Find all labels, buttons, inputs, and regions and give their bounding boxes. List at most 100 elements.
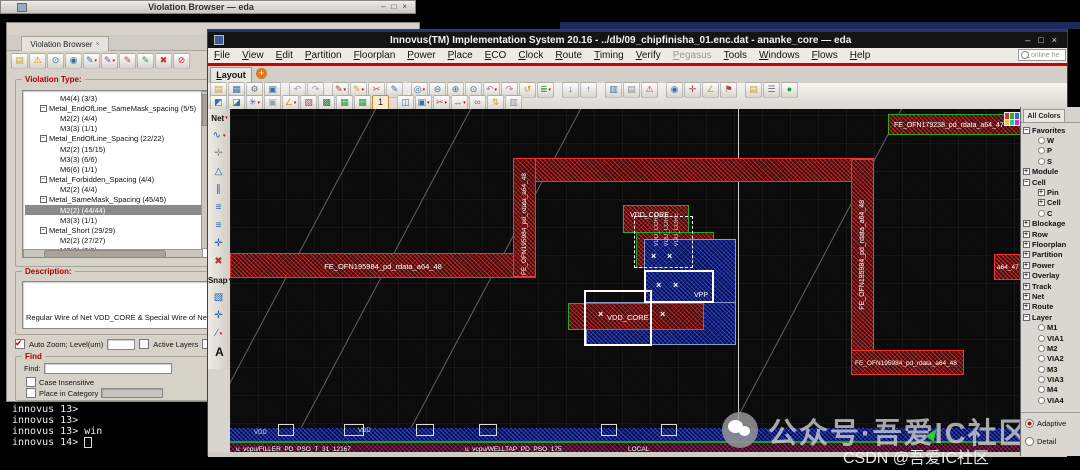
layers-tree-row[interactable]: M2 [1023, 343, 1080, 353]
snap-tool-button[interactable]: Snap [208, 271, 230, 289]
violation-marker-icon[interactable]: × [651, 252, 656, 261]
push-down-icon[interactable]: ↓ [562, 81, 579, 98]
menu-item[interactable]: Place [442, 48, 479, 63]
center-icon[interactable]: ✛ [208, 235, 230, 253]
menu-item[interactable]: Windows [753, 48, 806, 63]
layers-tree-row[interactable]: VIA3 [1023, 374, 1080, 384]
info-icon[interactable]: ◉ [666, 81, 683, 98]
layers-tree-row[interactable]: M3 [1023, 364, 1080, 374]
layers-tree-row[interactable]: M1 [1023, 322, 1080, 332]
adaptive-radio[interactable] [1025, 418, 1034, 428]
menu-item[interactable]: Verify [630, 48, 667, 63]
violation-marker-icon[interactable]: ⚠ [29, 52, 46, 69]
layers-tree-row[interactable]: Module [1023, 167, 1080, 177]
layers-tree-row[interactable]: Layer [1023, 312, 1080, 322]
snap-cursor-icon[interactable]: ✛ [684, 81, 701, 98]
innovus-maximize-button[interactable]: □ [1038, 35, 1043, 45]
menu-item[interactable]: Flows [806, 48, 844, 63]
auto-zoom-checkbox[interactable] [15, 338, 25, 349]
layout-canvas[interactable]: FE_OFN195984_pd_rdata_a64_48 FE_OFN19598… [230, 109, 1021, 452]
spacing-icon[interactable]: ≡ [208, 199, 230, 217]
menu-item[interactable]: Route [549, 48, 588, 63]
stop-icon[interactable]: ⊘ [173, 52, 190, 69]
violation-marker-icon[interactable]: × [660, 310, 665, 319]
menu-item[interactable]: ECO [479, 48, 513, 63]
layers-tree-row[interactable]: W [1023, 135, 1080, 145]
hierarchy-icon[interactable]: ▤ [623, 81, 640, 98]
tab-all-colors[interactable]: All Colors [1023, 109, 1065, 123]
net-wire-red[interactable]: FE_OFN195984_pd_rdata_a64_48 [851, 350, 964, 375]
zoom-level-input[interactable] [107, 338, 136, 350]
violation-marker-icon[interactable]: × [667, 252, 672, 261]
layers-tree-row[interactable]: Favorites [1023, 125, 1080, 135]
violation-tree-row[interactable]: M2(2) (4/4) [25, 185, 209, 195]
layers-tree-row[interactable]: Cell [1023, 177, 1080, 187]
violation-tree-row[interactable]: M4(4) (3/3) [25, 93, 209, 103]
menu-item[interactable]: Pegasus [667, 48, 718, 63]
net-wire-red[interactable]: FE_OFN195984_pd_rdata_a64_48 [230, 253, 536, 278]
grid-snap-icon[interactable]: ✛ [208, 307, 230, 325]
layers-tree-row[interactable]: Pin [1023, 187, 1080, 197]
ruler-icon[interactable]: ∠ [702, 81, 719, 98]
net-wire-red[interactable]: FE_OFN195984_pd_rdata_a64_48 [513, 158, 536, 277]
layers-tree-row[interactable]: S [1023, 156, 1080, 166]
menu-item[interactable]: Timing [588, 48, 630, 63]
violation-tree[interactable]: M4(4) (3/3)Metal_EndOfLine_SameMask_spac… [22, 90, 210, 258]
violation-marker-icon[interactable]: × [656, 281, 661, 290]
net-wire-red[interactable]: FE_OFN195984_pd_rdata_a64_48 [851, 159, 874, 375]
add-tab-button[interactable]: + [256, 68, 267, 79]
menu-item[interactable]: View [236, 48, 270, 63]
layers-tree-row[interactable]: Overlay [1023, 270, 1080, 280]
place-in-category-checkbox[interactable] [26, 388, 36, 398]
violation-tree-row[interactable]: Metal_EndOfLine_SameMask_spacing (5/5) [25, 103, 209, 113]
layers-tree[interactable]: FavoritesWPSModuleCellPinCellCBlockageRo… [1021, 122, 1080, 412]
find-input[interactable] [43, 363, 172, 374]
layers-tree-row[interactable]: P [1023, 146, 1080, 156]
violations-icon[interactable]: ⚠ [641, 81, 658, 98]
diagonal-route-icon[interactable]: ∕ [208, 325, 230, 343]
violation-marker-icon[interactable]: × [673, 281, 678, 290]
layers-tree-row[interactable]: C [1023, 208, 1080, 218]
menu-item[interactable]: Tools [718, 48, 753, 63]
layers-tree-row[interactable]: Floorplan [1023, 239, 1080, 249]
zoom-to-violation-icon[interactable]: ⊙ [47, 52, 64, 69]
wire-edit-icon[interactable]: ∿ [208, 127, 230, 145]
violation-marker-icon[interactable]: × [598, 310, 603, 319]
violation-tree-row[interactable]: M2(2) (15/15) [25, 144, 209, 154]
menu-item[interactable]: Partition [299, 48, 348, 63]
vb-minimize-button[interactable]: – [381, 3, 385, 11]
snapshot-icon[interactable]: ▧ [208, 289, 230, 307]
layers-tree-row[interactable]: Track [1023, 281, 1080, 291]
align-icon[interactable]: ∥ [208, 181, 230, 199]
menu-item[interactable]: Power [401, 48, 441, 63]
case-insensitive-checkbox[interactable] [26, 377, 36, 387]
menu-item[interactable]: Edit [270, 48, 299, 63]
innovus-minimize-button[interactable]: – [1025, 35, 1030, 45]
delete-marker-icon[interactable]: ✖ [208, 253, 230, 271]
violation-tree-row[interactable]: M2(2) (27/27) [25, 236, 209, 246]
violation-tree-row[interactable]: M3(3) (6/6) [25, 154, 209, 164]
layers-tree-row[interactable]: Power [1023, 260, 1080, 270]
violation-tree-row[interactable]: M2(2) (4/4) [25, 113, 209, 123]
tree-hscrollbar[interactable] [23, 249, 203, 257]
layers-tree-row[interactable]: Route [1023, 302, 1080, 312]
adaptive-row[interactable]: Adaptive [1025, 417, 1080, 429]
vb-close-button[interactable]: × [402, 3, 407, 11]
distribute-icon[interactable]: ≡ [208, 217, 230, 235]
menu-item[interactable]: Clock [512, 48, 549, 63]
net-wire-red[interactable]: FE_OFN179238_pd_rdata_a64_47 [888, 114, 1021, 135]
online-help-search[interactable]: online he [1018, 49, 1066, 61]
violation-tree-row[interactable]: M3(3) (1/1) [25, 124, 209, 134]
active-layers-checkbox[interactable] [139, 339, 150, 349]
layers-tree-row[interactable]: Cell [1023, 198, 1080, 208]
net-wire-red[interactable]: a64_47 [994, 254, 1021, 280]
layer-control-icon[interactable]: ≣ [537, 81, 554, 98]
violation-tree-row[interactable]: Metal_EndOfLine_Spacing (22/22) [25, 134, 209, 144]
delete-icon[interactable]: ✖ [155, 52, 172, 69]
layers-tree-row[interactable]: M4 [1023, 385, 1080, 395]
pop-up-icon[interactable]: ↑ [580, 81, 597, 98]
clear-violation-icon[interactable]: ✎ [119, 52, 136, 69]
layers-tree-row[interactable]: Partition [1023, 250, 1080, 260]
violation-tree-row[interactable]: Metal_Short (29/29) [25, 225, 209, 235]
vpp-cell[interactable]: VPP [644, 270, 714, 303]
